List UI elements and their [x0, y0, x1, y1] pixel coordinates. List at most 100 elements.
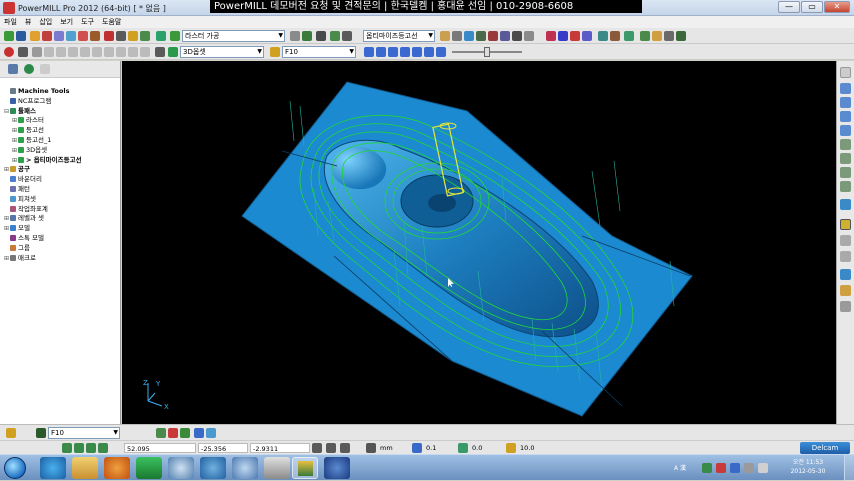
toolpath-edit-icon[interactable] — [342, 31, 352, 41]
wp-green-icon[interactable] — [180, 428, 190, 438]
chart-app-icon[interactable] — [136, 457, 162, 479]
active-feature-combo[interactable]: F10 ▼ — [48, 427, 120, 439]
tool-shape-icon-8[interactable] — [116, 47, 126, 57]
view-icon-4[interactable] — [476, 31, 486, 41]
play-icon[interactable] — [364, 47, 374, 57]
shade-icon-1[interactable] — [546, 31, 556, 41]
view-icon-7[interactable] — [512, 31, 522, 41]
menu-insert[interactable]: 삽입 — [35, 16, 56, 28]
tree-item[interactable]: ⊞ 등고선 — [12, 126, 44, 135]
tree-item[interactable]: 패턴 — [4, 185, 30, 194]
open-icon[interactable] — [4, 31, 14, 41]
tray-icon-2[interactable] — [716, 463, 726, 473]
snap-icon-3[interactable] — [86, 443, 96, 453]
wp-blue-icon[interactable] — [194, 428, 204, 438]
pan-icon[interactable] — [840, 181, 851, 192]
rewind-icon[interactable] — [412, 47, 422, 57]
media-player-icon[interactable] — [104, 457, 130, 479]
wireframe-icon[interactable] — [840, 219, 851, 230]
tree-item[interactable]: NC프로그램 — [4, 97, 51, 106]
menu-help[interactable]: 도움말 — [98, 16, 125, 28]
pause-icon[interactable] — [376, 47, 386, 57]
measure-icon[interactable] — [598, 31, 608, 41]
tree-item[interactable]: 피쳐셋 — [4, 195, 36, 204]
folder-icon[interactable] — [30, 31, 40, 41]
menu-view[interactable]: 보기 — [56, 16, 77, 28]
tool-shape-icon-9[interactable] — [128, 47, 138, 57]
snap-icon-2[interactable] — [74, 443, 84, 453]
light-icon[interactable] — [840, 285, 851, 296]
maximize-button[interactable]: ▭ — [801, 1, 823, 13]
speed-slider-thumb[interactable] — [484, 47, 490, 57]
tree-item[interactable]: ⊞ 3D옵셋 — [12, 146, 47, 155]
delete-icon[interactable] — [302, 31, 312, 41]
close-button[interactable]: ✕ — [824, 1, 850, 13]
lock-icon[interactable] — [652, 31, 662, 41]
ie-icon[interactable] — [40, 457, 66, 479]
go-start-icon[interactable] — [436, 47, 446, 57]
view-front-icon[interactable] — [840, 111, 851, 122]
snap-icon-4[interactable] — [98, 443, 108, 453]
tool-icon[interactable] — [128, 31, 138, 41]
stop-icon[interactable] — [4, 47, 14, 57]
redo-icon[interactable] — [676, 31, 686, 41]
tree-item[interactable]: ⊞ > 옵티마이즈등고선 — [12, 156, 82, 165]
tree-item[interactable]: ⊞ 등고선_1 — [12, 136, 51, 145]
view-top-icon[interactable] — [840, 97, 851, 108]
tree-item[interactable]: 스톡 모델 — [4, 234, 44, 243]
view-side-icon[interactable] — [840, 125, 851, 136]
tool-shape-icon-10[interactable] — [140, 47, 150, 57]
shade-icon-3[interactable] — [570, 31, 580, 41]
step-back-icon[interactable] — [388, 47, 398, 57]
view-icon-3[interactable] — [464, 31, 474, 41]
start-button[interactable] — [4, 457, 26, 479]
zoom-fit-icon[interactable] — [840, 153, 851, 164]
section-icon[interactable] — [840, 301, 851, 312]
polar-icon[interactable] — [340, 443, 350, 453]
workplane-icon[interactable] — [624, 31, 634, 41]
tool-shape-icon-7[interactable] — [104, 47, 114, 57]
toolpath-combo[interactable]: 옵티마이즈등고선 ▼ — [363, 30, 435, 42]
tree-item[interactable]: 작업좌표계 — [4, 205, 48, 214]
explorer-blank-icon[interactable] — [40, 64, 50, 74]
feed-icon[interactable] — [78, 31, 88, 41]
zoom-icon[interactable] — [840, 139, 851, 150]
draw-icon[interactable] — [610, 31, 620, 41]
copy-icon[interactable] — [316, 31, 326, 41]
rotate-view-icon[interactable] — [840, 251, 851, 262]
volume-icon[interactable] — [744, 463, 754, 473]
block-icon[interactable] — [42, 31, 52, 41]
delta-icon[interactable] — [326, 443, 336, 453]
chat-app-icon[interactable] — [264, 457, 290, 479]
tree-item[interactable]: ⊞ 라스터 — [12, 116, 44, 125]
minimize-button[interactable]: — — [778, 1, 800, 13]
network-app-icon[interactable] — [168, 457, 194, 479]
tool-shape-icon-4[interactable] — [68, 47, 78, 57]
view-icon-8[interactable] — [524, 31, 534, 41]
step-forward-icon[interactable] — [400, 47, 410, 57]
strategy-combo[interactable]: 라스터 가공 ▼ — [182, 30, 285, 42]
graphics-viewport[interactable]: Z Y X — [122, 61, 836, 424]
wp-red-icon[interactable] — [168, 428, 178, 438]
shade-icon-4[interactable] — [582, 31, 592, 41]
rapid-icon[interactable] — [90, 31, 100, 41]
network-flower-icon[interactable] — [324, 457, 350, 479]
tree-item[interactable]: ⊞ 매크로 — [4, 254, 36, 263]
tool-shape-icon-2[interactable] — [44, 47, 54, 57]
edit-icon[interactable] — [290, 31, 300, 41]
show-desktop-button[interactable] — [844, 455, 854, 481]
view-iso-icon[interactable] — [840, 83, 851, 94]
tool-shape-icon-5[interactable] — [80, 47, 90, 57]
strategy-icon[interactable] — [156, 31, 166, 41]
toolpath-list-icon[interactable] — [330, 31, 340, 41]
fast-forward-icon[interactable] — [424, 47, 434, 57]
view-icon-2[interactable] — [452, 31, 462, 41]
tree-item[interactable]: 그룹 — [4, 244, 30, 253]
start-point-icon[interactable] — [116, 31, 126, 41]
tree-item[interactable]: ⊟ 툴패스 — [4, 107, 36, 116]
pattern-icon[interactable] — [66, 31, 76, 41]
shaded-icon[interactable] — [840, 199, 851, 210]
globe-app-icon[interactable] — [232, 457, 258, 479]
calculate-icon[interactable] — [140, 31, 150, 41]
tray-icon-3[interactable] — [730, 463, 740, 473]
